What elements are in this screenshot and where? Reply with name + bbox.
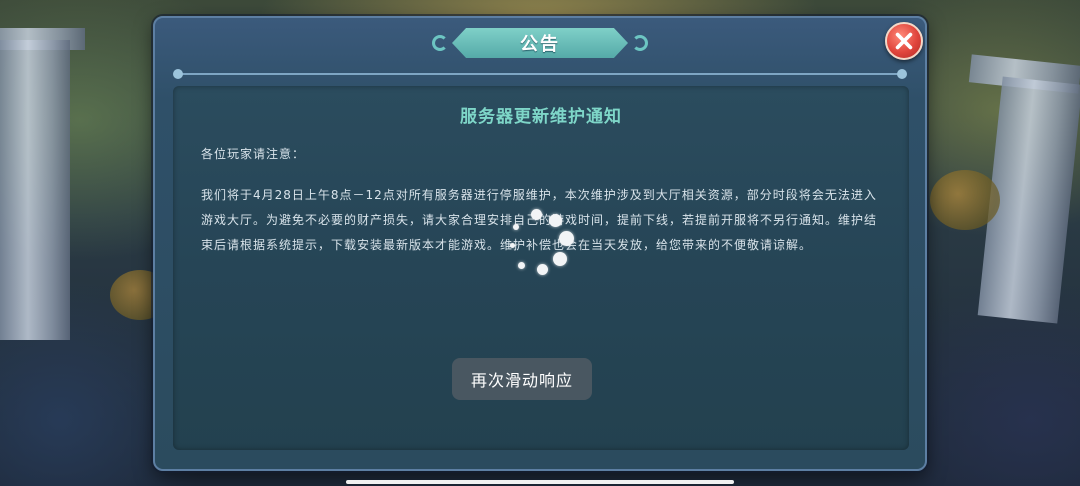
close-x-icon — [895, 32, 913, 50]
game-background: 公告 服务器更新维护通知 各位玩家请注意： 我们将于4月28日上午8点－12点对… — [0, 0, 1080, 486]
title-plaque: 公告 — [452, 28, 628, 58]
home-indicator[interactable] — [346, 480, 734, 484]
close-button[interactable] — [885, 22, 923, 60]
title-divider — [173, 69, 907, 79]
swirl-ornament-icon — [632, 35, 648, 51]
swipe-toast: 再次滑动响应 — [452, 358, 592, 400]
shrub — [930, 170, 1000, 230]
swirl-ornament-icon — [432, 35, 448, 51]
announcement-dialog: 公告 服务器更新维护通知 各位玩家请注意： 我们将于4月28日上午8点－12点对… — [153, 16, 927, 471]
dialog-title-bar: 公告 — [428, 28, 652, 58]
notice-body: 我们将于4月28日上午8点－12点对所有服务器进行停服维护，本次维护涉及到大厅相… — [201, 188, 878, 252]
pillar-left — [0, 40, 70, 340]
dialog-title: 公告 — [520, 34, 560, 55]
notice-heading: 服务器更新维护通知 — [460, 107, 622, 127]
notice-greeting: 各位玩家请注意： — [201, 147, 306, 161]
